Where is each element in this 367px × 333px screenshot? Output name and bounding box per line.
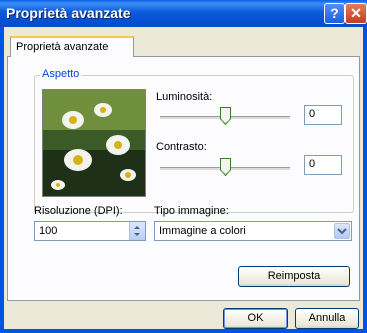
help-button[interactable]: ? (324, 3, 345, 24)
reset-button-label: Reimposta (267, 270, 321, 282)
cancel-button-label: Annulla (308, 312, 346, 324)
contrast-slider-thumb-icon[interactable] (220, 158, 231, 176)
resolution-spin-buttons (129, 222, 145, 240)
dropdown-button[interactable] (334, 223, 350, 239)
resolution-value: 100 (39, 225, 58, 237)
brightness-value-field[interactable]: 0 (304, 105, 342, 125)
title-bar[interactable]: Proprietà avanzate ? ✕ (0, 0, 367, 27)
image-type-dropdown[interactable]: Immagine a colori (154, 221, 352, 241)
cancel-button[interactable]: Annulla (295, 308, 359, 329)
resolution-spin-arrows (134, 226, 140, 236)
resolution-spinbox[interactable]: 100 (34, 221, 146, 241)
image-type-selected: Immagine a colori (159, 225, 246, 237)
brightness-label: Luminosità: (156, 91, 213, 103)
brightness-slider-thumb-icon[interactable] (220, 107, 231, 125)
appearance-group-label: Aspetto (40, 68, 82, 80)
reset-button[interactable]: Reimposta (238, 266, 350, 287)
window-title: Proprietà avanzate (6, 5, 131, 21)
spin-up-icon (134, 226, 140, 229)
contrast-value: 0 (309, 158, 316, 170)
dialog-client-area: Proprietà avanzate Aspetto Luminosità: 0… (4, 27, 363, 329)
close-icon: ✕ (350, 5, 362, 21)
spin-down-icon (134, 233, 140, 236)
brightness-value: 0 (309, 108, 316, 120)
contrast-label: Contrasto: (156, 141, 207, 153)
preview-image (42, 89, 146, 197)
help-icon: ? (330, 5, 339, 21)
ok-button-label: OK (247, 312, 264, 324)
resolution-label: Risoluzione (DPI): (34, 205, 123, 217)
tab-advanced-properties[interactable]: Proprietà avanzate (10, 36, 134, 57)
contrast-value-field[interactable]: 0 (304, 155, 342, 175)
ok-button[interactable]: OK (223, 308, 288, 329)
close-button[interactable]: ✕ (345, 3, 367, 24)
preview-flowers-picture (43, 90, 145, 196)
chevron-down-icon (337, 228, 347, 235)
image-type-label: Tipo immagine: (154, 205, 229, 217)
tab-label: Proprietà avanzate (16, 41, 109, 53)
dialog-window: Proprietà avanzate ? ✕ Proprietà avanzat… (0, 0, 367, 333)
